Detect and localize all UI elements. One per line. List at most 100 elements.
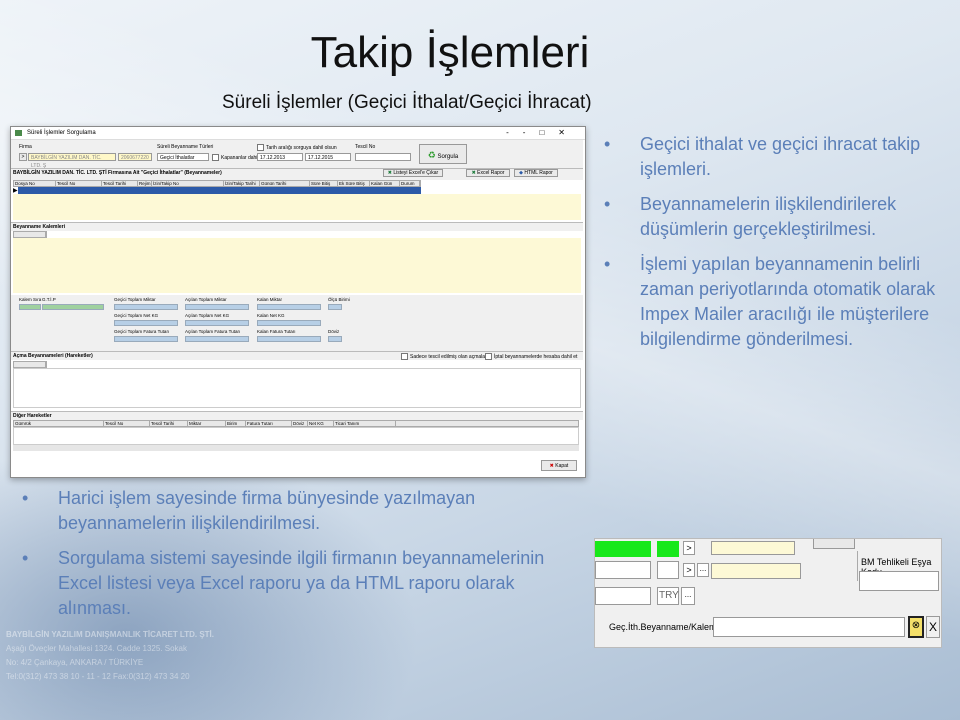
row-indicator-icon: ▶ <box>13 188 18 194</box>
detail-label: Kalan Miktar <box>257 297 283 302</box>
html-icon: ◆ <box>519 170 524 176</box>
gtip-field <box>42 304 104 310</box>
detail-label: Geçici Toplam Miktar <box>114 297 156 302</box>
excel-report-button[interactable]: ✖ Excel Rapor <box>466 169 510 177</box>
column-header[interactable]: Ticari Tanım <box>334 421 396 426</box>
closed-checkbox-group[interactable]: Kapananlar dahil <box>212 154 259 161</box>
sadece-tescil-label: Sadece tescil edilmiş olan açmalar <box>410 353 487 360</box>
bottom-bullet-list: Harici işlem sayesinde firma bünyesinde … <box>22 486 578 631</box>
sadece-tescil-checkbox-group[interactable]: Sadece tescil edilmiş olan açmalar <box>401 353 487 360</box>
text-field[interactable] <box>657 561 679 579</box>
picker-button[interactable]: > <box>683 563 695 577</box>
column-header[interactable]: Tescil Tarihi <box>150 421 188 426</box>
detail-label: Kalan Net KG <box>257 313 285 318</box>
column-header[interactable]: Süre Bitiş <box>310 181 338 186</box>
right-bullet-list: Geçici ithalat ve geçici ihracat takip i… <box>604 132 940 362</box>
detail-label: Kalem Sıra <box>19 297 42 302</box>
minimize-icon[interactable]: -- <box>506 128 539 137</box>
yellow-field[interactable] <box>711 541 795 555</box>
html-report-button[interactable]: ◆ HTML Rapor <box>514 169 558 177</box>
beyanname-grid-body[interactable] <box>13 194 581 220</box>
gec-ith-field[interactable] <box>713 617 905 637</box>
date-checkbox-group[interactable]: Tarih aralığı sorguya dahil olsun <box>257 144 337 151</box>
column-header[interactable]: Tescil No <box>104 421 150 426</box>
diger-grid-body[interactable] <box>13 427 579 445</box>
column-header[interactable]: Net KG <box>308 421 334 426</box>
selected-grid-row[interactable] <box>18 187 421 194</box>
date-from-field[interactable]: 17.12.2013 <box>257 153 303 161</box>
close-button-label: Kapat <box>555 463 569 469</box>
type-label: Süreli Beyanname Türleri <box>157 144 214 150</box>
column-header[interactable]: Tescil Tarihi <box>102 181 138 186</box>
tescil-field[interactable] <box>355 153 411 161</box>
bullet-item: Harici işlem sayesinde firma bünyesinde … <box>22 486 578 536</box>
beyanname-grid-header: Dosya No Tescil No Tescil Tarihi Rejim İ… <box>13 180 421 187</box>
text-field[interactable] <box>595 561 651 579</box>
footer-line: No: 4/2 Çankaya, ANKARA / TÜRKİYE <box>6 658 144 667</box>
detail-value <box>114 304 178 310</box>
query-button[interactable]: ♻ Sorgula <box>419 144 467 164</box>
column-header[interactable]: İzin/Takip No <box>152 181 224 186</box>
footer-line: Tel:0(312) 473 38 10 - 11 - 12 Fax:0(312… <box>6 672 190 681</box>
column-header[interactable]: Günün Tarihi <box>260 181 310 186</box>
column-header[interactable]: Dosya No <box>14 181 56 186</box>
column-header[interactable]: Döviz <box>292 421 308 426</box>
ellipsis-button[interactable]: ... <box>697 563 709 577</box>
column-header[interactable]: Fatura Tutarı <box>246 421 292 426</box>
detail-label: G.T.İ.P <box>42 297 56 302</box>
close-icon[interactable]: ✕ <box>558 128 579 137</box>
column-header[interactable]: Tescil No <box>56 181 102 186</box>
excel-list-label: Listeyi Excel'e Çıkar <box>393 170 439 176</box>
clear-button[interactable]: X <box>926 616 940 638</box>
yellow-field[interactable] <box>711 563 801 579</box>
search-button[interactable]: ⊗ <box>908 616 924 638</box>
currency-field[interactable]: TRY <box>657 587 679 605</box>
bullet-item: Beyannamelerin ilişkilendirilerek düşüml… <box>604 192 940 242</box>
column-header[interactable]: İzin/Takip Tarihi <box>224 181 260 186</box>
detail-label: Açılan Toplam Miktar <box>185 297 227 302</box>
firma-field[interactable]: BAYBİLGİN YAZILIM DAN. TİC. LTD. Ş <box>28 153 116 169</box>
horizontal-scrollbar[interactable] <box>13 445 579 451</box>
column-header[interactable]: Kalan Gün <box>370 181 400 186</box>
date-label: Tarih aralığı sorguya dahil olsun <box>266 144 337 151</box>
column-header[interactable]: Birim <box>226 421 246 426</box>
picker-button[interactable]: > <box>683 541 695 555</box>
kalem-grid-body[interactable] <box>13 238 581 293</box>
detail-value <box>114 336 178 342</box>
bullet-item: Geçici ithalat ve geçici ihracat takip i… <box>604 132 940 182</box>
sadece-tescil-checkbox[interactable] <box>401 353 408 360</box>
section-title: BAYBİLGİN YAZILIM DAN. TİC. LTD. ŞTİ Fir… <box>13 170 222 176</box>
detail-label: Ölçü Birimi <box>328 297 350 302</box>
header-button[interactable] <box>813 539 855 549</box>
date-to-field[interactable]: 17.12.2015 <box>305 153 351 161</box>
detail-label: Döviz <box>328 329 340 334</box>
date-checkbox[interactable] <box>257 144 264 151</box>
acma-grid-body[interactable] <box>13 368 581 408</box>
kalem-detail-panel: Kalem Sıra G.T.İ.P Geçici Toplam Miktar … <box>11 295 583 351</box>
column-header[interactable]: Miktar <box>188 421 226 426</box>
iptal-checkbox[interactable] <box>485 353 492 360</box>
text-field[interactable] <box>595 587 651 605</box>
column-header <box>14 232 46 237</box>
footer-line: Aşağı Öveçler Mahallesi 1324. Cadde 1325… <box>6 644 187 653</box>
ellipsis-button[interactable]: ... <box>681 587 695 605</box>
excel-list-button[interactable]: ✖ Listeyi Excel'e Çıkar <box>383 169 443 177</box>
firma-code-field[interactable]: 2060677220 <box>118 153 152 161</box>
window-controls: --□✕ <box>506 127 579 139</box>
bm-tehlikeli-field[interactable] <box>859 571 939 591</box>
firma-label: Firma <box>19 144 32 150</box>
divider <box>857 551 858 581</box>
maximize-icon[interactable]: □ <box>539 128 558 137</box>
iptal-checkbox-group[interactable]: İptal beyannamelerde hesaba dahil et <box>485 353 577 360</box>
bullet-item: İşlemi yapılan beyannamenin belirli zama… <box>604 252 940 352</box>
column-header[interactable]: Rejim <box>138 181 152 186</box>
footer-line: BAYBİLGİN YAZILIM DANIŞMANLIK TİCARET LT… <box>6 630 215 639</box>
close-window-button[interactable]: ✖ Kapat <box>541 460 577 471</box>
firma-picker-button[interactable]: > <box>19 153 27 161</box>
closed-checkbox[interactable] <box>212 154 219 161</box>
column-header[interactable]: Ek Süre Bitiş <box>338 181 370 186</box>
column-header[interactable]: Durum <box>400 181 420 186</box>
excel-report-label: Excel Rapor <box>477 170 505 176</box>
column-header[interactable]: Gümrük <box>14 421 104 426</box>
type-select[interactable]: Geçici İthalatlar <box>157 153 209 161</box>
